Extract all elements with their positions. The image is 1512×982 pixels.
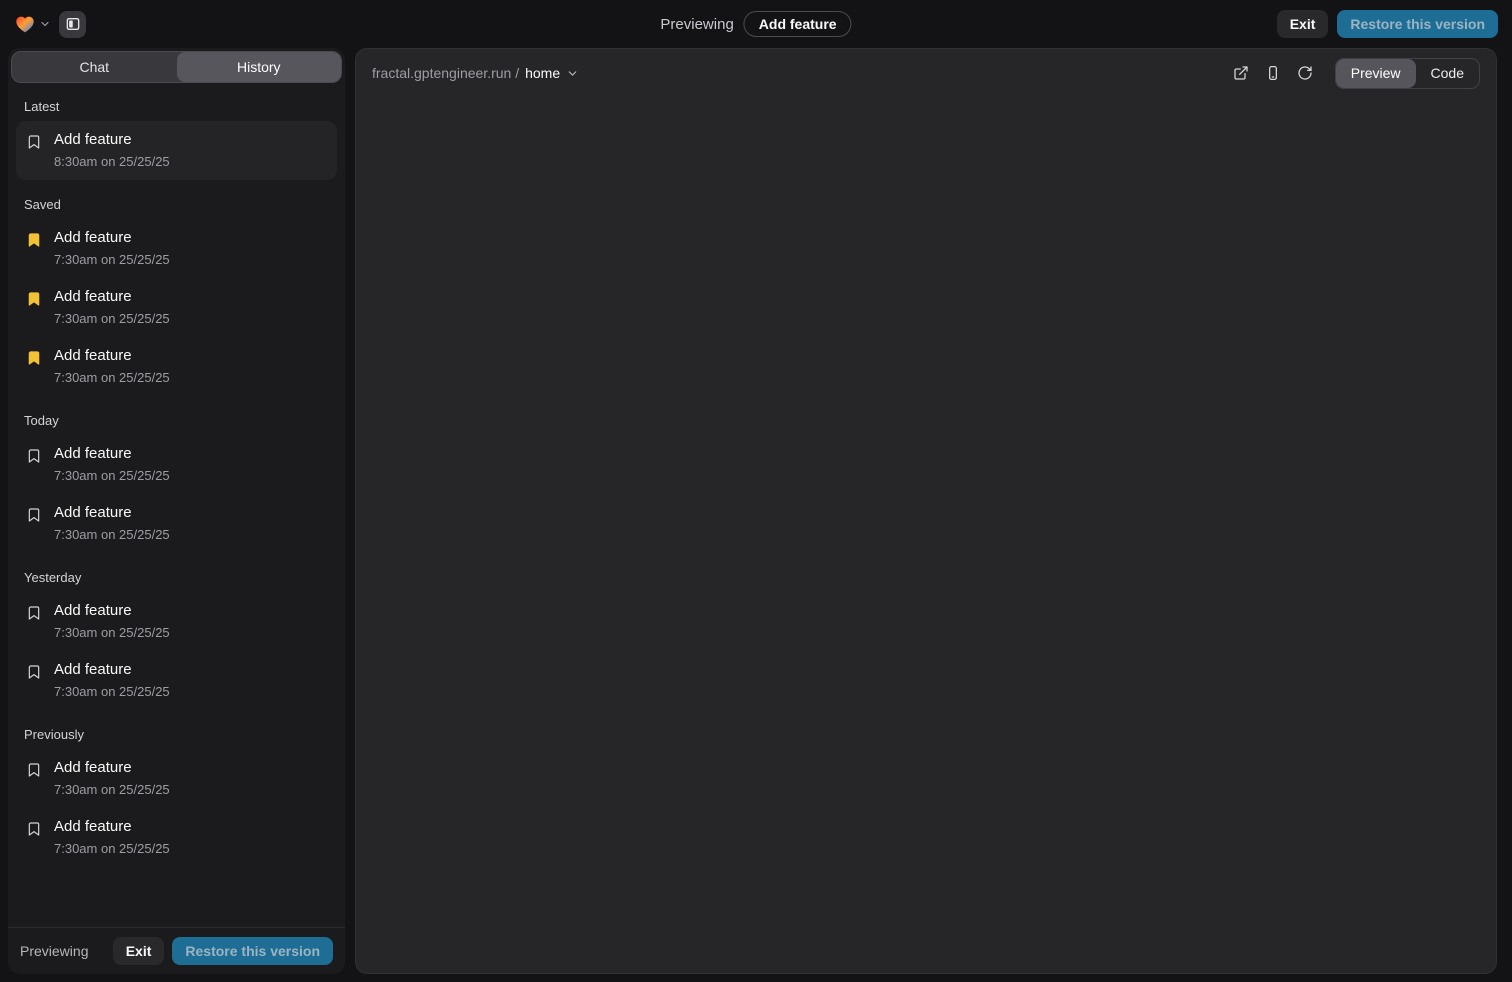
footer-previewing-label: Previewing	[20, 943, 113, 959]
history-item[interactable]: Add feature 7:30am on 25/25/25	[16, 749, 337, 808]
section-title: Today	[24, 413, 329, 428]
footer-restore-version-button[interactable]: Restore this version	[172, 937, 333, 965]
open-in-new-tab-button[interactable]	[1227, 59, 1255, 87]
sidebar-toggle-button[interactable]	[59, 11, 86, 38]
history-item[interactable]: Add feature 7:30am on 25/25/25	[16, 219, 337, 278]
history-item-title: Add feature	[54, 602, 170, 619]
history-item-timestamp: 7:30am on 25/25/25	[54, 684, 170, 699]
tab-chat[interactable]: Chat	[12, 52, 177, 82]
tab-history[interactable]: History	[177, 52, 342, 82]
external-link-icon	[1233, 65, 1249, 81]
version-badge[interactable]: Add feature	[744, 11, 852, 37]
view-toggle: Preview Code	[1335, 58, 1480, 89]
bookmark-icon[interactable]	[26, 664, 42, 699]
exit-button[interactable]: Exit	[1277, 10, 1329, 38]
history-item-title: Add feature	[54, 445, 170, 462]
chevron-down-icon	[566, 67, 579, 80]
history-item-title: Add feature	[54, 661, 170, 678]
sidebar-footer: Previewing Exit Restore this version	[8, 927, 345, 974]
history-item-timestamp: 7:30am on 25/25/25	[54, 311, 170, 326]
history-item[interactable]: Add feature 7:30am on 25/25/25	[16, 651, 337, 710]
tab-preview[interactable]: Preview	[1336, 59, 1416, 88]
chevron-down-icon	[39, 18, 51, 30]
history-item-title: Add feature	[54, 288, 170, 305]
history-item-timestamp: 8:30am on 25/25/25	[54, 154, 170, 169]
history-item-title: Add feature	[54, 759, 170, 776]
lovable-heart-logo-icon	[14, 13, 36, 35]
bookmark-icon[interactable]	[26, 448, 42, 483]
preview-panel: fractal.gptengineer.run / home	[355, 48, 1497, 974]
section-title: Yesterday	[24, 570, 329, 585]
history-item-title: Add feature	[54, 347, 170, 364]
section-title: Saved	[24, 197, 329, 212]
project-menu-button[interactable]	[14, 13, 51, 35]
history-item-timestamp: 7:30am on 25/25/25	[54, 370, 170, 385]
history-item[interactable]: Add feature 7:30am on 25/25/25	[16, 808, 337, 867]
bookmark-icon[interactable]	[26, 507, 42, 542]
topbar: Previewing Add feature Exit Restore this…	[0, 0, 1512, 48]
url-domain: fractal.gptengineer.run /	[372, 65, 519, 81]
history-item-timestamp: 7:30am on 25/25/25	[54, 527, 170, 542]
history-item[interactable]: Add feature 7:30am on 25/25/25	[16, 592, 337, 651]
history-item-title: Add feature	[54, 229, 170, 246]
bookmark-filled-icon[interactable]	[26, 291, 42, 326]
history-item[interactable]: Add feature 7:30am on 25/25/25	[16, 494, 337, 553]
history-item-title: Add feature	[54, 504, 170, 521]
url-page: home	[525, 65, 560, 81]
panel-left-icon	[65, 16, 81, 32]
history-item-title: Add feature	[54, 818, 170, 835]
bookmark-icon[interactable]	[26, 605, 42, 640]
smartphone-icon	[1265, 65, 1281, 81]
history-item[interactable]: Add feature 7:30am on 25/25/25	[16, 278, 337, 337]
history-item-timestamp: 7:30am on 25/25/25	[54, 252, 170, 267]
footer-exit-button[interactable]: Exit	[113, 937, 165, 965]
history-list: Latest Add feature 8:30am on 25/25/25 Saved…	[8, 86, 345, 927]
mobile-view-button[interactable]	[1259, 59, 1287, 87]
history-item[interactable]: Add feature 7:30am on 25/25/25	[16, 337, 337, 396]
url-selector[interactable]: fractal.gptengineer.run / home	[372, 65, 579, 81]
sidebar-tabs: Chat History	[11, 51, 342, 83]
previewing-label: Previewing	[660, 16, 733, 33]
refresh-button[interactable]	[1291, 59, 1319, 87]
history-item-title: Add feature	[54, 131, 170, 148]
history-item-timestamp: 7:30am on 25/25/25	[54, 625, 170, 640]
history-item-timestamp: 7:30am on 25/25/25	[54, 841, 170, 856]
bookmark-filled-icon[interactable]	[26, 350, 42, 385]
history-item[interactable]: Add feature 8:30am on 25/25/25	[16, 121, 337, 180]
bookmark-icon[interactable]	[26, 821, 42, 856]
tab-code[interactable]: Code	[1416, 59, 1479, 88]
bookmark-filled-icon[interactable]	[26, 232, 42, 267]
preview-viewport[interactable]	[356, 97, 1496, 973]
history-item[interactable]: Add feature 7:30am on 25/25/25	[16, 435, 337, 494]
restore-version-button[interactable]: Restore this version	[1337, 10, 1498, 38]
sidebar: Chat History Latest Add feature 8:30am on …	[8, 48, 345, 974]
section-title: Previously	[24, 727, 329, 742]
history-item-timestamp: 7:30am on 25/25/25	[54, 468, 170, 483]
refresh-icon	[1297, 65, 1313, 81]
history-item-timestamp: 7:30am on 25/25/25	[54, 782, 170, 797]
bookmark-icon[interactable]	[26, 762, 42, 797]
bookmark-icon[interactable]	[26, 134, 42, 169]
preview-panel-header: fractal.gptengineer.run / home	[356, 49, 1496, 97]
section-title: Latest	[24, 99, 329, 114]
